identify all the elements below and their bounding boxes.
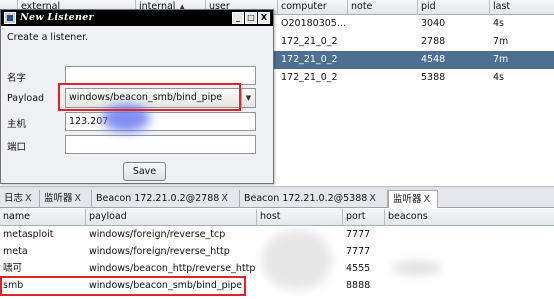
listener-payload: windows/beacon_http/reverse_http (89, 263, 256, 274)
column-header-note[interactable]: note (348, 0, 418, 15)
session-last: 4s (493, 72, 504, 83)
column-header-payload[interactable]: payload (86, 209, 257, 226)
save-button[interactable]: Save (123, 162, 166, 181)
session-last: 7m (493, 54, 509, 65)
annotation-box-payload (58, 83, 241, 111)
tab-log[interactable]: 日志 X (0, 190, 40, 208)
session-last: 4s (493, 18, 504, 29)
session-pid: 2788 (421, 36, 446, 47)
column-header-beacons[interactable]: beacons (385, 209, 554, 226)
column-header-pid[interactable]: pid (418, 0, 490, 15)
tab-label: 监听器 (393, 194, 422, 205)
chevron-down-icon: ▼ (241, 89, 255, 107)
column-header-name[interactable]: name (0, 209, 86, 226)
maximize-button[interactable]: □ (245, 12, 257, 24)
column-header-port[interactable]: port (343, 209, 385, 226)
listener-port: 8888 (346, 280, 371, 291)
listeners-table-header: name payload host port beacons (0, 209, 554, 226)
tab-bar: 日志 X 监听器 X Beacon 172.21.0.2@2788 X Beacon … (0, 190, 554, 208)
name-label: 名字 (7, 73, 27, 84)
port-label: 端口 (7, 142, 27, 153)
tab-label: 日志 (4, 193, 24, 204)
tab-listeners[interactable]: 监听器 X (40, 190, 92, 208)
tab-label: Beacon 172.21.0.2@5388 (244, 193, 368, 204)
listener-port: 7777 (346, 229, 371, 240)
tab-close-icon[interactable]: X (75, 193, 82, 204)
close-button[interactable]: X (258, 12, 270, 24)
window-app-icon (4, 12, 16, 24)
listener-name: 啸可 (3, 263, 23, 274)
listener-payload: windows/foreign/reverse_http (89, 246, 230, 257)
session-computer: 172_21_0_2 (281, 54, 338, 65)
tab-close-icon[interactable]: X (221, 193, 228, 204)
host-field[interactable]: 123.207 (65, 112, 256, 131)
annotation-box-smb-row (0, 276, 246, 296)
session-pid: 4548 (421, 54, 446, 65)
session-last: 7m (493, 36, 509, 47)
column-header-host[interactable]: host (257, 209, 343, 226)
dialog-titlebar[interactable]: New Listener _ □ X (1, 10, 273, 26)
tab-close-icon[interactable]: X (25, 193, 32, 204)
listener-payload: windows/foreign/reverse_tcp (89, 229, 226, 240)
session-pid: 5388 (421, 72, 446, 83)
listener-port: 4555 (346, 263, 371, 274)
tab-label: 监听器 (44, 193, 73, 204)
host-label: 主机 (7, 119, 27, 130)
dialog-description: Create a listener. (7, 32, 89, 43)
column-header-last[interactable]: last (490, 0, 554, 15)
listener-name: meta (3, 246, 28, 257)
payload-label: Payload (7, 93, 45, 104)
tab-label: Beacon 172.21.0.2@2788 (96, 193, 220, 204)
listener-port: 7777 (346, 246, 371, 257)
dialog-title: New Listener (20, 12, 94, 23)
redaction-blur (392, 262, 442, 274)
tab-close-icon[interactable]: X (424, 194, 431, 205)
session-pid: 3040 (421, 18, 446, 29)
tab-beacon-5388[interactable]: Beacon 172.21.0.2@5388 X (240, 190, 388, 208)
port-field[interactable] (65, 135, 256, 154)
session-computer: 172_21_0_2 (281, 36, 338, 47)
tab-beacon-2788[interactable]: Beacon 172.21.0.2@2788 X (92, 190, 240, 208)
session-computer: 172_21_0_2 (281, 72, 338, 83)
tab-close-icon[interactable]: X (369, 193, 376, 204)
listener-name: metasploit (3, 229, 54, 240)
session-computer: O20180305... (281, 18, 346, 29)
column-header-computer[interactable]: computer (278, 0, 348, 15)
redaction-blur (262, 230, 332, 290)
tab-listeners-active[interactable]: 监听器 X (388, 190, 438, 208)
minimize-button[interactable]: _ (232, 12, 244, 24)
